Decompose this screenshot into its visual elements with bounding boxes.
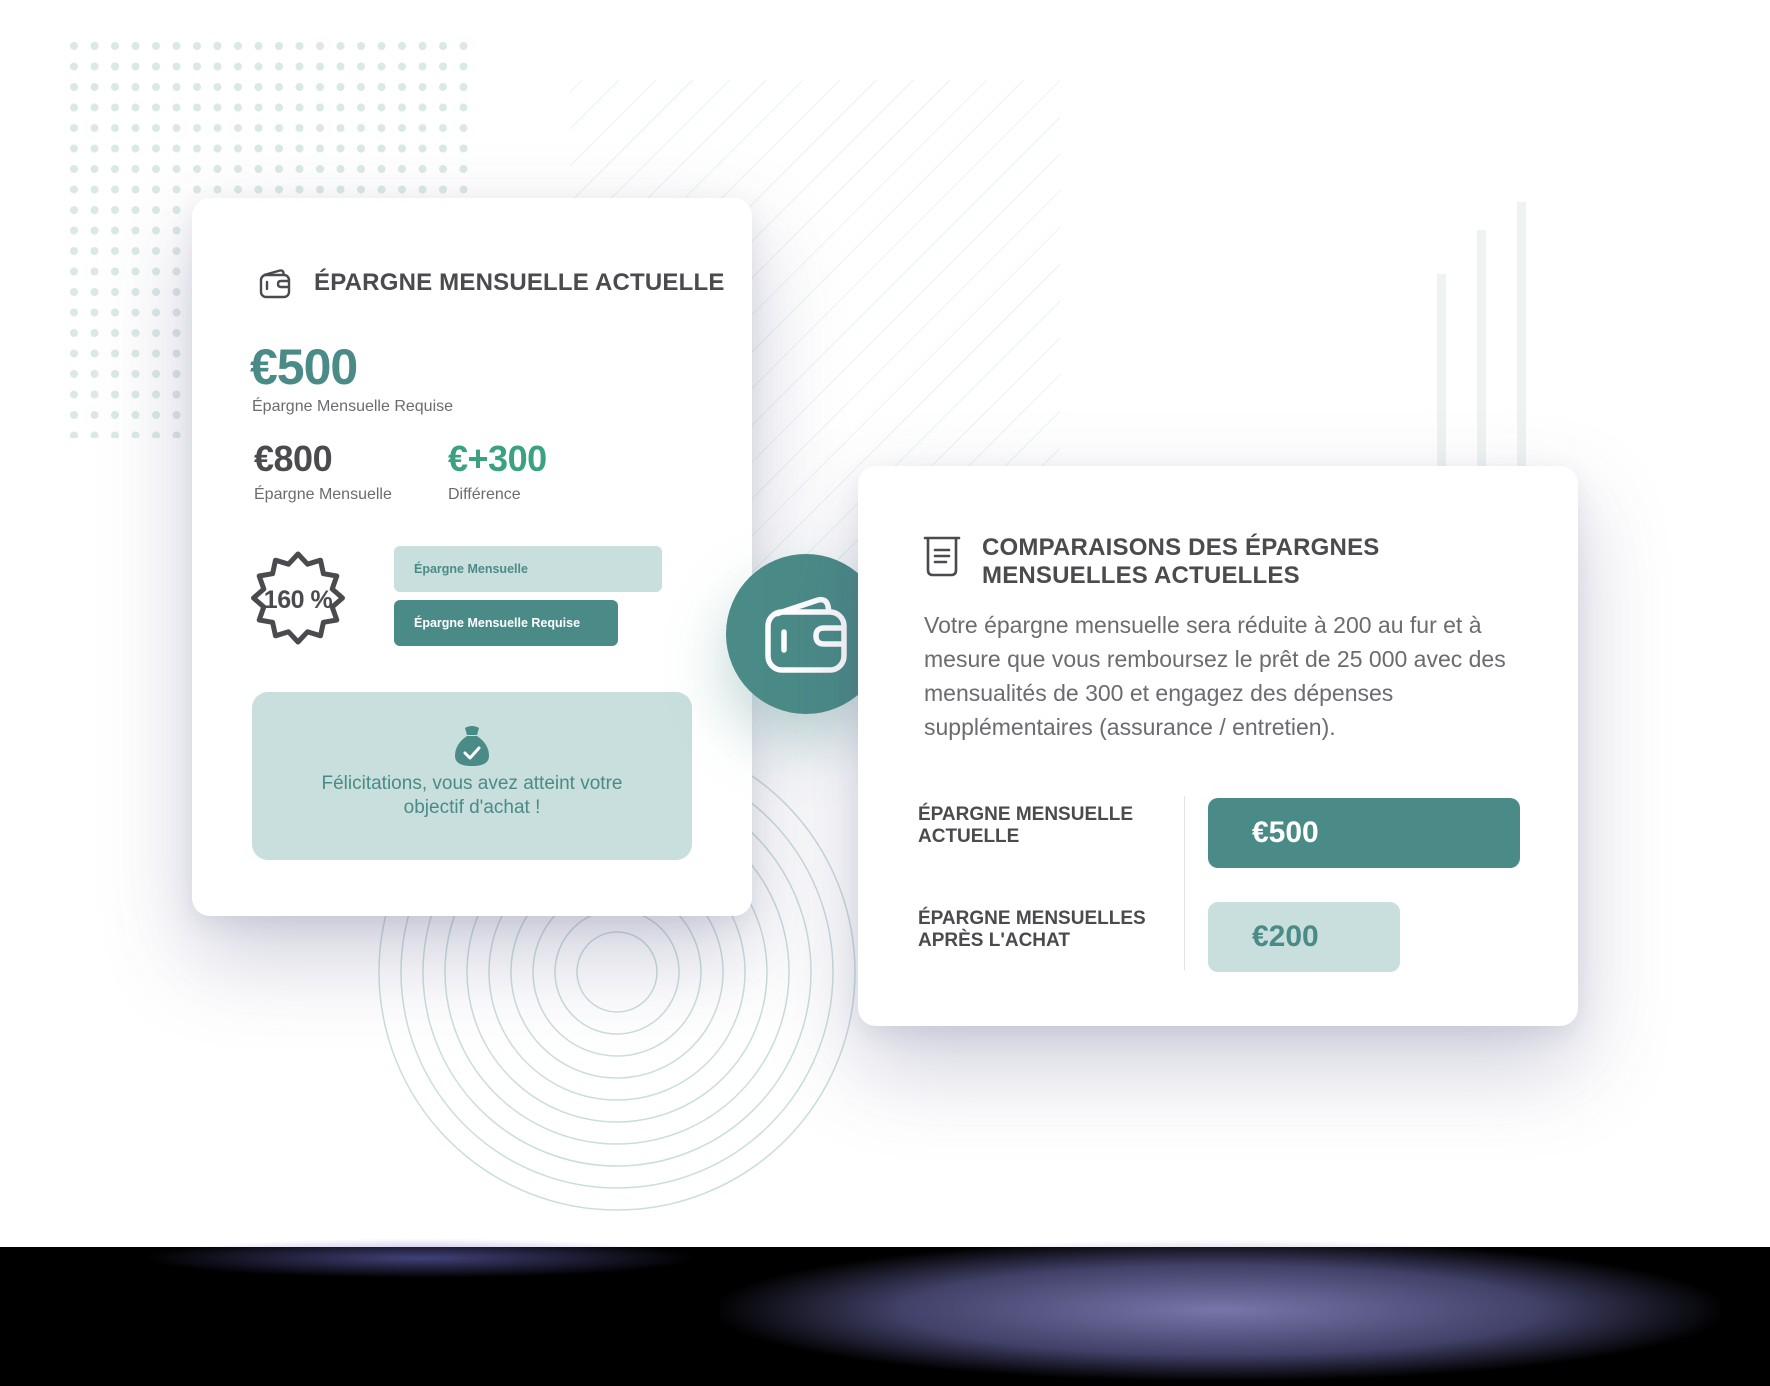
- difference-stat: €+300 Différence: [448, 438, 547, 504]
- monthly-savings-caption: Épargne Mensuelle: [254, 486, 392, 503]
- success-message: Félicitations, vous avez atteint votre o…: [321, 773, 623, 818]
- current-savings-header: ÉPARGNE MENSUELLE ACTUELLE: [258, 266, 725, 300]
- monthly-savings-stat: €800 Épargne Mensuelle: [254, 438, 392, 504]
- difference-amount: €+300: [448, 438, 547, 479]
- post-purchase-savings-label: ÉPARGNE MENSUELLES APRÈS L'ACHAT: [918, 908, 1146, 951]
- list-box-icon: [922, 534, 962, 578]
- difference-caption: Différence: [448, 486, 521, 503]
- monthly-savings-amount: €800: [254, 438, 333, 479]
- current-savings-title: ÉPARGNE MENSUELLE ACTUELLE: [314, 269, 725, 296]
- bar-required-savings: Épargne Mensuelle Requise: [394, 600, 618, 646]
- post-purchase-savings-value: €200: [1208, 902, 1400, 972]
- comparison-card: COMPARAISONS DES ÉPARGNES MENSUELLES ACT…: [858, 466, 1578, 1026]
- badge-value: 160 %: [263, 586, 333, 614]
- comparison-header: COMPARAISONS DES ÉPARGNES MENSUELLES ACT…: [922, 534, 1380, 590]
- required-savings-amount: €500: [250, 339, 358, 395]
- comparison-divider: [1184, 796, 1185, 970]
- wallet-icon: [765, 596, 847, 673]
- required-savings-caption: Épargne Mensuelle Requise: [252, 398, 454, 415]
- wallet-icon: [258, 266, 292, 300]
- comparison-title: COMPARAISONS DES ÉPARGNES MENSUELLES ACT…: [982, 534, 1380, 590]
- bottom-glow-left: [140, 1238, 700, 1278]
- success-message-box: Félicitations, vous avez atteint votre o…: [252, 692, 692, 860]
- comparison-description: Votre épargne mensuelle sera réduite à 2…: [924, 612, 1506, 740]
- comparison-title-line-1: COMPARAISONS DES ÉPARGNES: [982, 534, 1380, 561]
- percentage-badge: 160 %: [246, 548, 350, 652]
- current-savings-value: €500: [1208, 798, 1520, 868]
- comparison-title-line-2: MENSUELLES ACTUELLES: [982, 562, 1300, 589]
- current-savings-card: ÉPARGNE MENSUELLE ACTUELLE €500 Épargne …: [192, 198, 752, 916]
- current-savings-label: ÉPARGNE MENSUELLE ACTUELLE: [918, 804, 1134, 847]
- bottom-glow: [720, 1240, 1720, 1380]
- money-bag-check-icon: [451, 724, 493, 770]
- bar-monthly-savings: Épargne Mensuelle: [394, 546, 662, 592]
